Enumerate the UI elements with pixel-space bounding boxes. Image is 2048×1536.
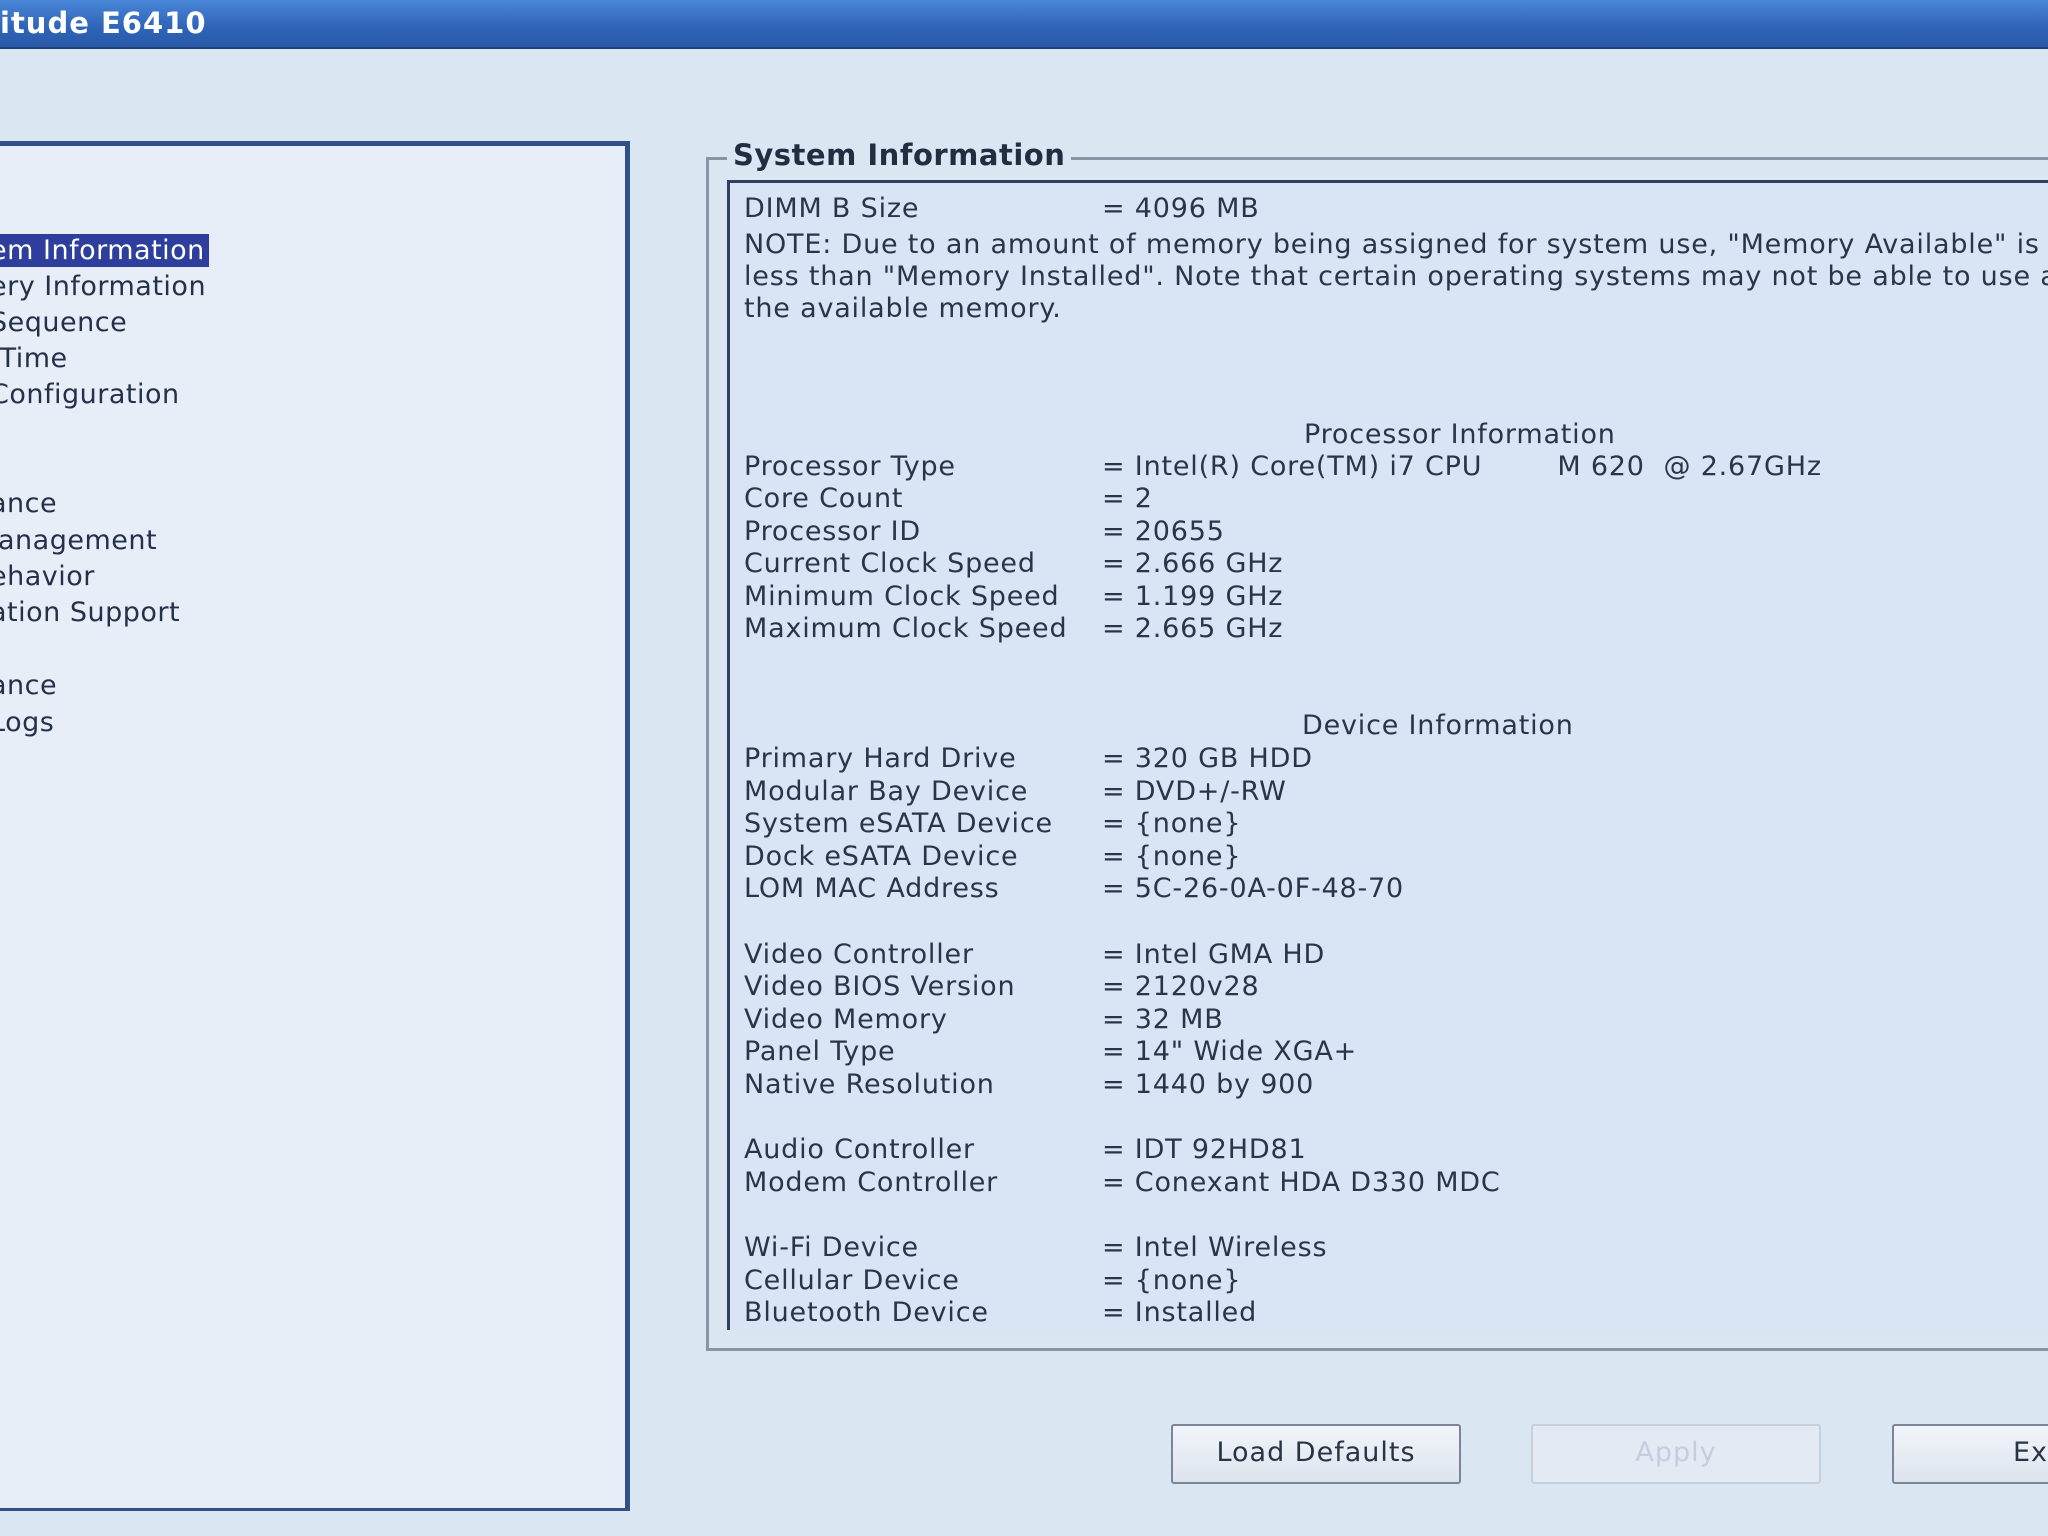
info-label: Primary Hard Drive	[744, 743, 1017, 774]
info-label: Video Controller	[744, 939, 974, 970]
load-defaults-button[interactable]: Load Defaults	[1171, 1424, 1461, 1484]
title-bar: itude E6410	[0, 0, 2048, 49]
tree-item-power-management[interactable]: lanagement	[0, 524, 161, 557]
system-information-group: System Information DIMM B Size = 4096 MB…	[706, 138, 2048, 1351]
device-heading: Device Information	[1302, 710, 1574, 741]
info-row-video-bios-version: Video BIOS Version = 2120v28	[744, 971, 2048, 1005]
info-value: = 1440 by 900	[1102, 1069, 1315, 1100]
info-value: = 32 MB	[1102, 1004, 1224, 1035]
info-value: = 20655	[1102, 516, 1225, 547]
info-value: = IDT 92HD81	[1102, 1134, 1307, 1165]
tree-item-post-behavior[interactable]: ehavior	[0, 560, 99, 593]
tree-item-system-information[interactable]: em Information	[0, 234, 209, 267]
info-label: Minimum Clock Speed	[744, 581, 1060, 612]
processor-heading: Processor Information	[1304, 419, 1616, 450]
info-value: = {none}	[1102, 1265, 1242, 1296]
info-row-native-resolution: Native Resolution = 1440 by 900	[744, 1069, 2048, 1103]
info-row-dimm-b-size: DIMM B Size = 4096 MB	[744, 193, 2048, 227]
info-value: = Intel Wireless	[1102, 1232, 1328, 1263]
memory-note: NOTE: Due to an amount of memory being a…	[744, 229, 2048, 324]
info-row-primary-hard-drive: Primary Hard Drive = 320 GB HDD	[744, 743, 2048, 777]
info-value: = DVD+/-RW	[1102, 776, 1287, 807]
info-row-wifi-device: Wi-Fi Device = Intel Wireless	[744, 1232, 2048, 1266]
info-label: Bluetooth Device	[744, 1297, 989, 1328]
info-value: = {none}	[1102, 841, 1242, 872]
info-row-modular-bay-device: Modular Bay Device = DVD+/-RW	[744, 776, 2048, 810]
info-row-current-clock-speed: Current Clock Speed = 2.666 GHz	[744, 548, 2048, 582]
info-label: Modular Bay Device	[744, 776, 1029, 807]
tree-item-performance[interactable]: ance	[0, 487, 61, 520]
tree-item-boot-sequence[interactable]: Sequence	[0, 306, 131, 339]
tree-item-maintenance[interactable]: ance	[0, 669, 61, 702]
info-row-video-memory: Video Memory = 32 MB	[744, 1004, 2048, 1038]
tree-item-battery-information[interactable]: ery Information	[0, 270, 210, 303]
info-label: Cellular Device	[744, 1265, 960, 1296]
info-value: = 2.665 GHz	[1102, 613, 1284, 644]
info-value: = Installed	[1102, 1297, 1258, 1328]
window-title: itude E6410	[0, 6, 207, 40]
info-label: System eSATA Device	[744, 808, 1053, 839]
info-label: Maximum Clock Speed	[744, 613, 1068, 644]
info-label: Current Clock Speed	[744, 548, 1036, 579]
info-value: = 2.666 GHz	[1102, 548, 1284, 579]
info-value: = 14" Wide XGA+	[1102, 1036, 1358, 1067]
info-value: = 320 GB HDD	[1102, 743, 1313, 774]
info-label: Audio Controller	[744, 1134, 975, 1165]
info-row-panel-type: Panel Type = 14" Wide XGA+	[744, 1036, 2048, 1070]
info-value: = Intel(R) Core(TM) i7 CPU M 620 @ 2.67G…	[1102, 451, 1822, 482]
info-row-lom-mac-address: LOM MAC Address = 5C-26-0A-0F-48-70	[744, 873, 2048, 907]
info-row-modem-controller: Modem Controller = Conexant HDA D330 MDC	[744, 1167, 2048, 1201]
system-information-list[interactable]: DIMM B Size = 4096 MB NOTE: Due to an am…	[727, 180, 2048, 1330]
info-label: LOM MAC Address	[744, 873, 1000, 904]
info-row-video-controller: Video Controller = Intel GMA HD	[744, 939, 2048, 973]
info-label: Modem Controller	[744, 1167, 999, 1198]
info-label: Processor Type	[744, 451, 956, 482]
info-label: DIMM B Size	[744, 193, 920, 224]
tree-item-configuration[interactable]: Configuration	[0, 378, 184, 411]
info-value: = Intel GMA HD	[1102, 939, 1326, 970]
info-label: Dock eSATA Device	[744, 841, 1019, 872]
bios-workspace: em Information ery Information Sequence …	[0, 49, 2048, 1536]
info-row-core-count: Core Count = 2	[744, 483, 2048, 517]
info-value: = 5C-26-0A-0F-48-70	[1102, 873, 1404, 904]
info-value: = {none}	[1102, 808, 1242, 839]
apply-button[interactable]: Apply	[1531, 1424, 1821, 1484]
info-label: Video BIOS Version	[744, 971, 1016, 1002]
settings-tree[interactable]: em Information ery Information Sequence …	[0, 141, 630, 1511]
info-row-system-esata-device: System eSATA Device = {none}	[744, 808, 2048, 842]
info-value: = 2120v28	[1102, 971, 1260, 1002]
info-value: = 4096 MB	[1102, 193, 1260, 224]
info-label: Panel Type	[744, 1036, 896, 1067]
info-value: = 2	[1102, 483, 1153, 514]
info-label: Video Memory	[744, 1004, 948, 1035]
group-title: System Information	[727, 138, 1072, 172]
info-label: Processor ID	[744, 516, 921, 547]
info-row-processor-type: Processor Type = Intel(R) Core(TM) i7 CP…	[744, 451, 2048, 485]
info-row-minimum-clock-speed: Minimum Clock Speed = 1.199 GHz	[744, 581, 2048, 615]
info-label: Wi-Fi Device	[744, 1232, 919, 1263]
tree-item-system-logs[interactable]: Logs	[0, 706, 58, 739]
info-row-processor-id: Processor ID = 20655	[744, 516, 2048, 550]
info-row-bluetooth-device: Bluetooth Device = Installed	[744, 1297, 2048, 1331]
info-label: Core Count	[744, 483, 904, 514]
info-row-maximum-clock-speed: Maximum Clock Speed = 2.665 GHz	[744, 613, 2048, 647]
info-row-audio-controller: Audio Controller = IDT 92HD81	[744, 1134, 2048, 1168]
info-row-dock-esata-device: Dock eSATA Device = {none}	[744, 841, 2048, 875]
info-label: Native Resolution	[744, 1069, 995, 1100]
info-value: = 1.199 GHz	[1102, 581, 1284, 612]
tree-item-virtualization-support[interactable]: ation Support	[0, 596, 184, 629]
exit-button[interactable]: Ex	[1892, 1424, 2048, 1484]
tree-item-date-time[interactable]: /Time	[0, 342, 72, 375]
info-value: = Conexant HDA D330 MDC	[1102, 1167, 1501, 1198]
info-row-cellular-device: Cellular Device = {none}	[744, 1265, 2048, 1299]
